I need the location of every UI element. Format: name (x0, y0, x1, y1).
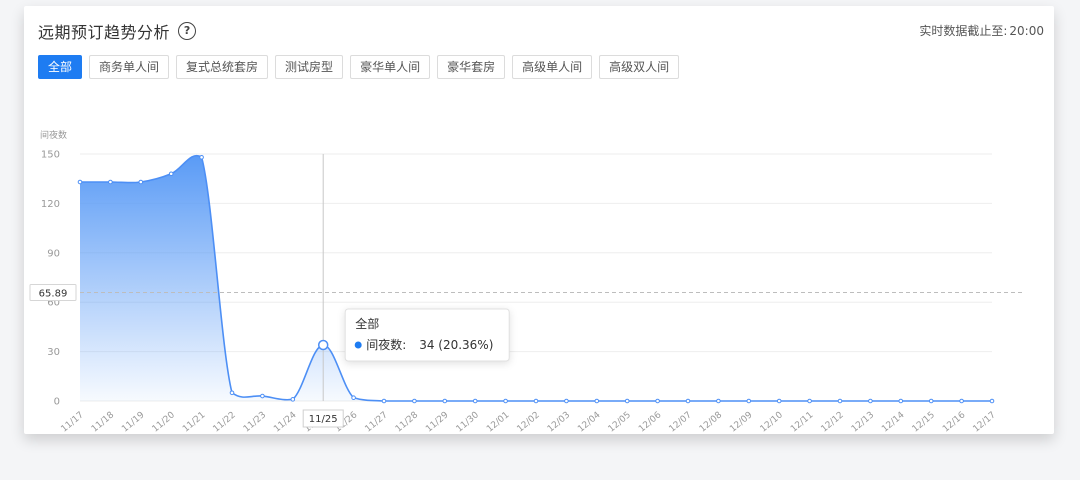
y-tick-label: 30 (47, 347, 60, 358)
y-tick-label: 90 (47, 248, 60, 259)
x-tick-label: 12/13 (850, 410, 876, 434)
x-tick-label: 12/07 (667, 410, 693, 434)
data-point (199, 154, 204, 160)
trend-card: 远期预订趋势分析 ? 实时数据截止至: 20:00 全部 商务单人间 复式总统套房 测试… (24, 6, 1054, 434)
x-tick-label: 11/17 (59, 410, 85, 434)
data-point (472, 398, 478, 404)
x-tick-label: 11/28 (394, 410, 421, 434)
data-point (746, 398, 752, 404)
data-point (928, 398, 934, 404)
x-tick-label: 12/05 (607, 410, 633, 434)
x-tick-label: 11/27 (363, 410, 389, 434)
data-point (533, 398, 539, 404)
x-tick-label: 11/30 (455, 410, 482, 434)
x-highlight-label: 11/25 (309, 414, 338, 425)
data-point (229, 390, 235, 396)
y-axis-label: 间夜数 (40, 129, 67, 141)
trend-chart: 间夜数150120906030065.8911/17 11/18 11/19 11/2… (29, 129, 1024, 434)
data-point (868, 398, 873, 404)
data-point (776, 398, 782, 404)
data-point (624, 398, 630, 404)
x-tick-label: 11/20 (151, 410, 178, 434)
x-tick-label: 11/24 (272, 410, 299, 434)
x-tick-label: 12/02 (515, 410, 541, 434)
data-point (959, 398, 964, 404)
data-point (655, 398, 660, 404)
x-tick-label: 12/10 (759, 410, 786, 434)
x-tick-label: 12/14 (880, 410, 907, 434)
x-tick-label: 12/08 (698, 410, 725, 434)
data-point (716, 398, 721, 404)
data-point (381, 398, 387, 404)
data-point (168, 171, 174, 177)
x-tick-label: 11/29 (424, 410, 451, 434)
data-point (351, 395, 356, 401)
x-tick-label: 11/19 (120, 410, 147, 434)
x-tick-label: 12/01 (485, 410, 511, 434)
data-point (260, 393, 265, 399)
x-tick-label: 12/03 (546, 410, 572, 434)
x-tick-label: 12/16 (941, 410, 968, 434)
x-tick-label: 12/06 (637, 410, 664, 434)
data-point (77, 179, 83, 185)
data-point (138, 179, 144, 185)
reference-line-label: 65.89 (39, 289, 68, 300)
x-tick-label: 12/04 (576, 410, 603, 434)
data-point (412, 398, 417, 404)
data-point (564, 398, 569, 404)
x-tick-label: 11/23 (242, 410, 268, 434)
data-point (989, 398, 995, 404)
data-point (503, 398, 508, 404)
data-point (837, 398, 843, 404)
x-tick-label: 12/15 (911, 410, 937, 434)
tooltip-title: 全部 (355, 316, 379, 331)
data-point (290, 397, 296, 402)
data-point (898, 398, 904, 404)
x-tick-label: 12/11 (789, 410, 815, 434)
data-point (108, 179, 113, 185)
data-point (685, 398, 691, 404)
data-point (594, 398, 600, 404)
tooltip-series-label: 间夜数: (366, 337, 406, 352)
tooltip-series-dot (354, 341, 362, 349)
x-tick-label: 11/18 (90, 410, 117, 434)
y-tick-label: 150 (41, 150, 60, 161)
data-point (442, 398, 448, 404)
y-tick-label: 0 (54, 397, 60, 408)
x-tick-label: 11/21 (181, 410, 207, 434)
x-tick-label: 12/12 (819, 410, 845, 434)
tooltip-value: 34 (20.36%) (419, 338, 493, 352)
x-tick-label: 12/09 (728, 410, 755, 434)
data-point (317, 339, 329, 351)
x-tick-label: 12/17 (971, 410, 997, 434)
x-tick-label: 11/22 (211, 410, 237, 434)
data-point (807, 398, 812, 404)
y-tick-label: 120 (41, 199, 60, 210)
